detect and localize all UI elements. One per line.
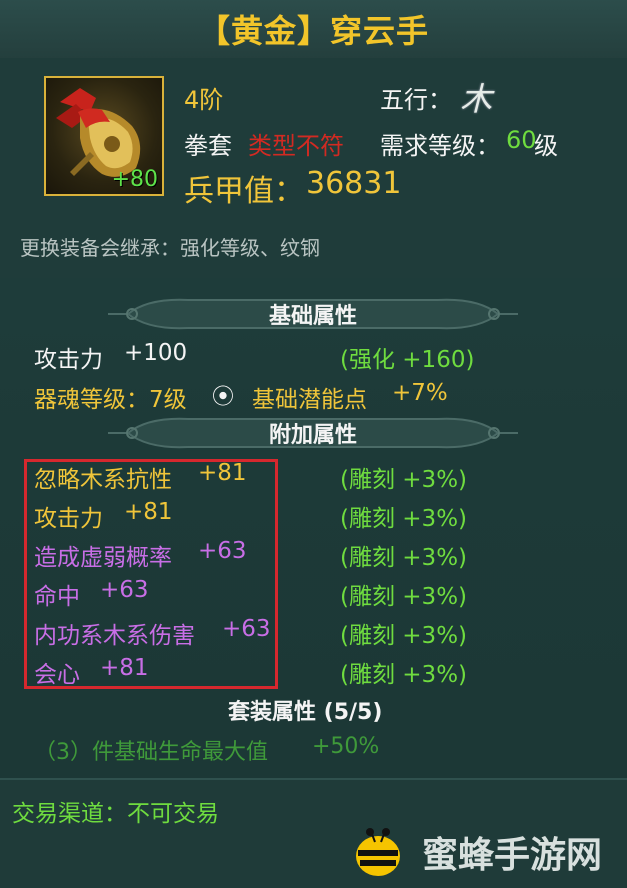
wood-element-icon: 木	[460, 80, 493, 118]
item-title: 【黄金】穿云手	[197, 12, 429, 50]
set-bonus-text: （3）件基础生命最大值	[34, 740, 268, 765]
item-tooltip-panel: 【黄金】穿云手 +80 4阶 五行： 木 拳套 类型不符 需求等级： 60 级 …	[0, 0, 627, 888]
type-mismatch-warning: 类型不符	[248, 132, 344, 160]
item-icon-frame[interactable]: +80	[44, 76, 164, 196]
inherit-note: 更换装备会继承：强化等级、纹钢	[20, 236, 320, 260]
attack-enhance-bonus: (强化 +160)	[340, 347, 475, 373]
base-attributes-divider: 基础属性	[108, 294, 518, 334]
watermark: 蜜蜂手游网	[348, 820, 618, 880]
set-attributes-header: 套装属性 (5/5)	[228, 700, 383, 725]
highlight-box	[24, 459, 278, 689]
level-requirement-unit: 级	[534, 132, 558, 160]
attack-name: 攻击力	[34, 347, 103, 373]
target-icon: ⦿	[212, 385, 235, 410]
base-attributes-header: 基础属性	[268, 304, 357, 329]
watermark-text: 蜜蜂手游网	[422, 834, 603, 876]
extra-row-note: (雕刻 +3%)	[340, 623, 468, 649]
power-value: 36831	[306, 166, 402, 201]
extra-row-note: (雕刻 +3%)	[340, 584, 468, 610]
extra-row-note: (雕刻 +3%)	[340, 506, 468, 532]
extra-attributes-divider: 附加属性	[108, 413, 518, 453]
level-requirement-label: 需求等级：	[380, 132, 500, 160]
set-bonus-value: +50%	[312, 734, 380, 759]
enhance-badge: +80	[111, 167, 158, 192]
bee-logo-icon	[356, 828, 400, 876]
level-requirement-value: 60	[506, 126, 537, 154]
trade-channel: 交易渠道：不可交易	[12, 801, 219, 827]
potential-label: 基础潜能点	[252, 387, 367, 413]
extra-row-note: (雕刻 +3%)	[340, 467, 468, 493]
item-tier: 4阶	[184, 86, 224, 114]
item-type: 拳套	[184, 132, 232, 160]
five-element-label: 五行：	[380, 86, 452, 114]
power-label: 兵甲值：	[184, 174, 304, 209]
soul-level: 器魂等级：7级	[34, 387, 187, 413]
extra-row-note: (雕刻 +3%)	[340, 545, 468, 571]
attack-value: +100	[124, 340, 188, 366]
potential-value: +7%	[392, 380, 448, 406]
extra-row-note: (雕刻 +3%)	[340, 662, 468, 688]
title-bar: 【黄金】穿云手	[0, 0, 627, 59]
extra-attributes-header: 附加属性	[268, 423, 357, 448]
